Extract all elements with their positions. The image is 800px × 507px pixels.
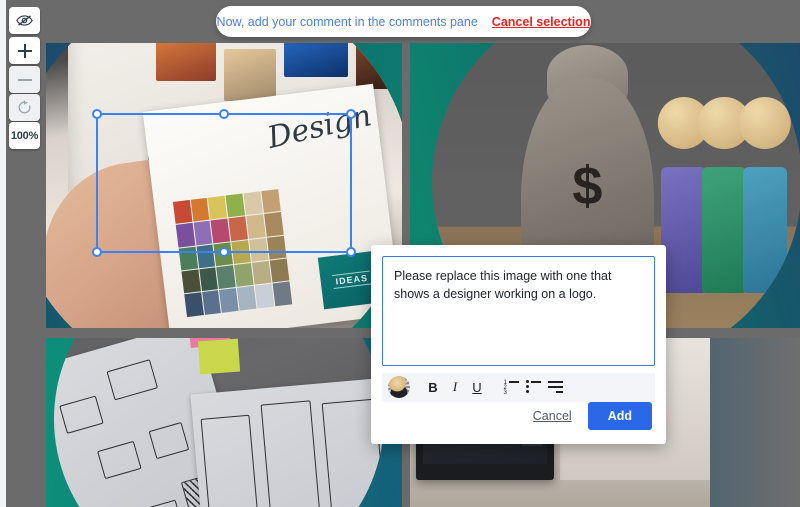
sticky-note-green: [198, 338, 240, 375]
rotate-reset-icon: [18, 100, 31, 114]
banner-message: Now, add your comment in the comments pa…: [216, 14, 478, 29]
reset-zoom-button[interactable]: [9, 94, 40, 121]
user-avatar[interactable]: [388, 376, 410, 399]
resize-handle-bottom-right[interactable]: [346, 247, 356, 257]
resize-handle-bottom-left[interactable]: [92, 247, 102, 257]
thumb-3: [284, 43, 348, 77]
peg-figure-2: [702, 167, 747, 293]
bold-button[interactable]: B: [422, 376, 444, 398]
image-selection-box[interactable]: [92, 109, 356, 257]
zoom-out-button[interactable]: [9, 66, 40, 93]
numbered-list-button[interactable]: 123: [500, 376, 522, 398]
ideas-badge-label: IDEAS: [331, 270, 372, 290]
resize-handle-top-center[interactable]: [219, 109, 229, 119]
zoom-level-display[interactable]: 100%: [9, 122, 40, 149]
eye-slash-icon: [16, 15, 33, 26]
comment-dialog: Please replace this image with one that …: [371, 245, 666, 444]
numbered-list-icon: 123: [504, 380, 519, 396]
slide-image-wireframes[interactable]: [54, 338, 384, 507]
cancel-selection-link[interactable]: Cancel selection: [492, 15, 591, 29]
resize-handle-bottom-center[interactable]: [219, 247, 229, 257]
italic-button[interactable]: I: [444, 376, 466, 398]
resize-handle-top-right[interactable]: [346, 109, 356, 119]
add-button[interactable]: Add: [587, 402, 652, 430]
slide-panel-bottom-left[interactable]: [46, 338, 402, 507]
thumb-4: [356, 43, 402, 89]
thumb-1: [156, 43, 216, 81]
rail-edge-strip: [0, 0, 6, 507]
align-left-button[interactable]: [544, 376, 566, 398]
comment-dialog-actions: Cancel Add: [371, 402, 666, 444]
peg-figure-1: [661, 167, 706, 293]
plus-icon: [17, 43, 32, 58]
cancel-button[interactable]: Cancel: [533, 409, 572, 423]
presentation-editor: Design IDEAS $ 100% Now, add your commen…: [0, 0, 800, 507]
minus-icon: [17, 73, 32, 87]
hide-comments-button[interactable]: [9, 7, 40, 34]
thumb-2: [224, 49, 276, 101]
sketch-paper-right: [190, 378, 384, 507]
resize-handle-top-left[interactable]: [92, 109, 102, 119]
peg-figure-3: [742, 167, 788, 293]
zoom-in-button[interactable]: [9, 37, 40, 64]
underline-button[interactable]: U: [466, 376, 488, 398]
bulleted-list-icon: [525, 380, 541, 394]
wireframe-sketch-photo: [54, 338, 384, 507]
comment-input[interactable]: Please replace this image with one that …: [382, 256, 655, 366]
selection-instruction-banner: Now, add your comment in the comments pa…: [216, 6, 591, 37]
align-left-icon: [547, 381, 563, 394]
bulleted-list-button[interactable]: [522, 376, 544, 398]
comment-format-toolbar: B I U 123: [382, 372, 655, 402]
left-toolbar: 100%: [0, 0, 46, 507]
